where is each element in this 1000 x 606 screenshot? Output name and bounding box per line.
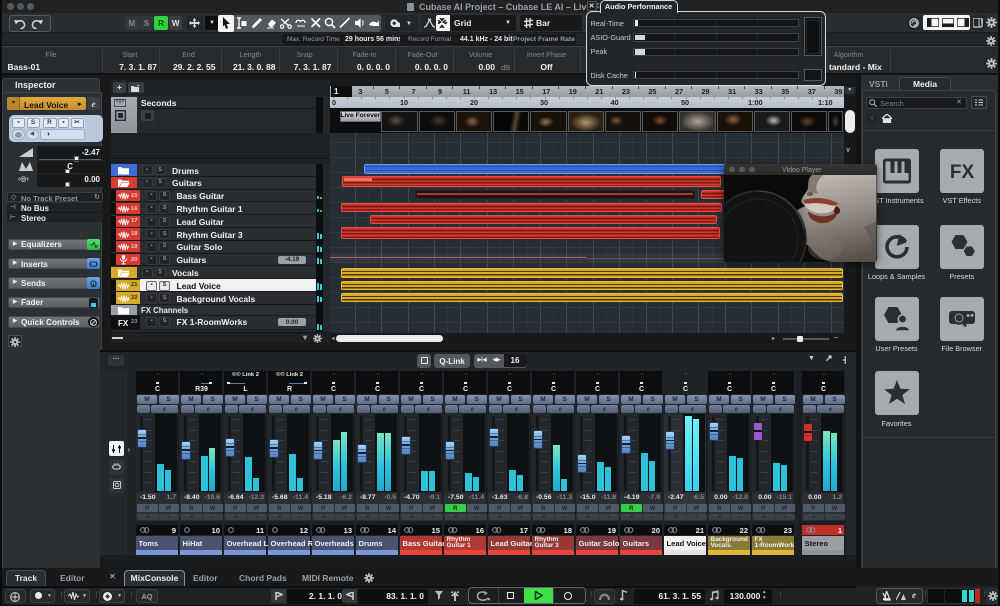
svg-text:FX: FX bbox=[950, 162, 975, 183]
